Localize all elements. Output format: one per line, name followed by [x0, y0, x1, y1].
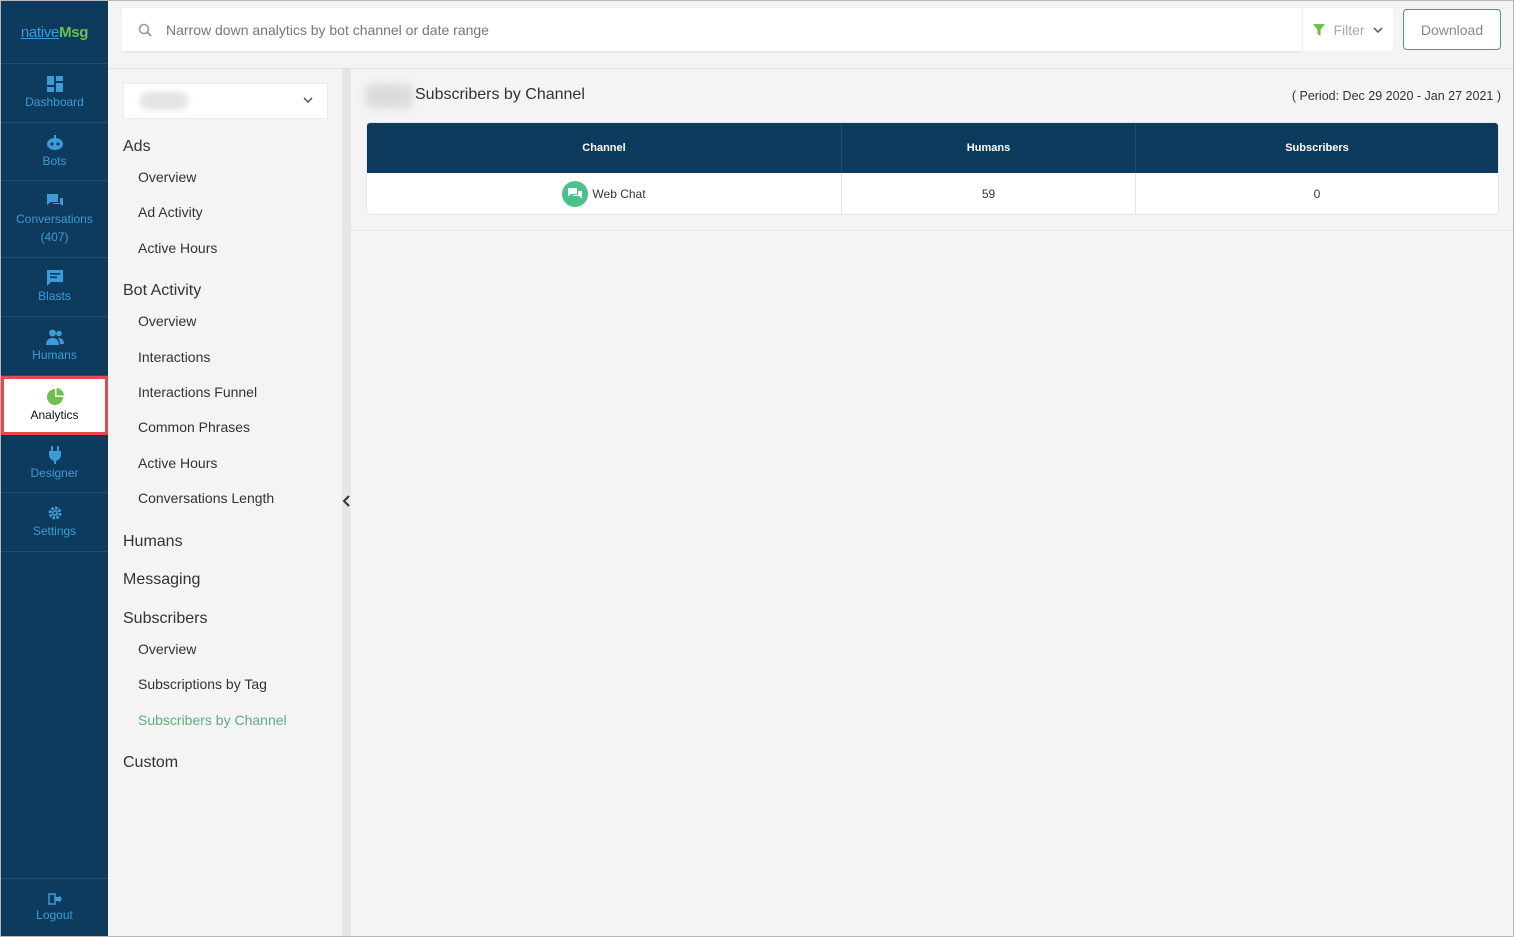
nav-item-humans[interactable]: Humans — [1, 317, 108, 376]
nav-item-bots[interactable]: Bots — [1, 123, 108, 181]
chevron-down-icon — [1373, 26, 1383, 33]
section-title-ads[interactable]: Ads — [123, 138, 151, 156]
nav-label-humans: Humans — [32, 348, 77, 362]
section-title-custom[interactable]: Custom — [123, 754, 178, 772]
plug-icon — [48, 445, 61, 464]
section-title-bot-activity[interactable]: Bot Activity — [123, 282, 201, 300]
nav-item-dashboard[interactable]: Dashboard — [1, 64, 108, 123]
cell-channel-name: Web Chat — [592, 187, 646, 201]
nav-label-designer: Designer — [30, 465, 79, 480]
nav-label-analytics: Analytics — [30, 407, 79, 422]
cell-subscribers: 0 — [1313, 187, 1321, 201]
dashboard-icon — [46, 76, 63, 92]
link-bot-overview[interactable]: Overview — [138, 313, 196, 329]
download-button[interactable]: Download — [1403, 9, 1501, 50]
link-subscribers-by-channel[interactable]: Subscribers by Channel — [138, 712, 287, 728]
nativemsg-logo[interactable]: native Msg — [1, 1, 108, 64]
column-header-subscribers[interactable]: Subscribers — [1136, 123, 1498, 173]
bot-selector-value-redacted — [140, 92, 188, 110]
main-content: Subscribers by Channel ( Period: Dec 29 … — [351, 69, 1513, 231]
filter-dropdown[interactable]: Filter — [1302, 8, 1393, 51]
cell-channel: Web Chat — [367, 173, 842, 214]
column-header-humans[interactable]: Humans — [842, 123, 1136, 173]
search-input[interactable] — [166, 21, 1266, 38]
nav-label-blasts: Blasts — [38, 289, 71, 303]
link-ad-activity[interactable]: Ad Activity — [138, 204, 203, 220]
logout-button[interactable]: Logout — [1, 878, 108, 936]
link-interactions-funnel[interactable]: Interactions Funnel — [138, 384, 257, 400]
blast-icon — [46, 270, 63, 286]
nav-item-blasts[interactable]: Blasts — [1, 258, 108, 317]
logout-icon — [47, 892, 62, 905]
cell-humans: 59 — [842, 173, 1136, 214]
top-bar: Filter Download — [108, 1, 1513, 69]
page-title: Subscribers by Channel — [415, 86, 585, 103]
web-chat-icon — [562, 181, 589, 207]
logout-label: Logout — [36, 907, 73, 922]
conversations-icon — [46, 194, 63, 206]
link-interactions[interactable]: Interactions — [138, 349, 210, 365]
bot-icon — [46, 134, 63, 150]
left-navigation: native Msg Dashboard Bots Conversations (… — [1, 1, 108, 936]
nav-item-analytics[interactable]: Analytics — [1, 376, 108, 435]
funnel-icon — [1313, 23, 1326, 36]
column-header-channel[interactable]: Channel — [367, 123, 842, 173]
link-subscriptions-by-tag[interactable]: Subscriptions by Tag — [138, 676, 267, 692]
link-bot-active-hours[interactable]: Active Hours — [138, 455, 217, 471]
table-header: Channel Humans Subscribers — [367, 123, 1498, 173]
section-title-subscribers[interactable]: Subscribers — [123, 610, 207, 628]
nav-label-conversations: Conversations — [16, 212, 93, 226]
analytics-sub-navigation: Ads Overview Ad Activity Active Hours Bo… — [108, 69, 342, 936]
link-common-phrases[interactable]: Common Phrases — [138, 419, 250, 435]
pie-chart-icon — [46, 387, 64, 405]
bot-selector[interactable] — [123, 83, 328, 119]
bot-name-redacted — [365, 84, 413, 108]
link-ads-active-hours[interactable]: Active Hours — [138, 240, 217, 256]
logo-text-msg: Msg — [59, 23, 89, 41]
nav-label-settings: Settings — [32, 524, 77, 538]
link-conversations-length[interactable]: Conversations Length — [138, 490, 274, 506]
nav-conversations-count: (407) — [40, 230, 69, 244]
period-range: ( Period: Dec 29 2020 - Jan 27 2021 ) — [1291, 89, 1501, 103]
section-title-messaging[interactable]: Messaging — [123, 571, 200, 589]
logo-text-native: native — [20, 23, 60, 41]
humans-icon — [45, 329, 64, 345]
nav-label-dashboard: Dashboard — [25, 95, 84, 109]
nav-item-designer[interactable]: Designer — [1, 435, 108, 493]
link-ads-overview[interactable]: Overview — [138, 169, 196, 185]
table-row: Web Chat 59 0 — [367, 173, 1498, 214]
nav-label-bots: Bots — [42, 153, 67, 168]
chevron-left-icon[interactable] — [341, 494, 352, 508]
section-title-humans[interactable]: Humans — [123, 533, 183, 551]
nav-item-settings[interactable]: Settings — [1, 493, 108, 552]
link-subscribers-overview[interactable]: Overview — [138, 641, 196, 657]
search-box[interactable] — [122, 8, 1302, 51]
nav-item-conversations[interactable]: Conversations (407) — [1, 181, 108, 258]
gear-icon — [48, 506, 61, 520]
subscribers-by-channel-table: Channel Humans Subscribers Web Chat 59 0 — [366, 122, 1499, 215]
chevron-down-icon — [303, 97, 313, 103]
filter-label: Filter — [1333, 21, 1365, 38]
search-icon — [138, 23, 152, 37]
